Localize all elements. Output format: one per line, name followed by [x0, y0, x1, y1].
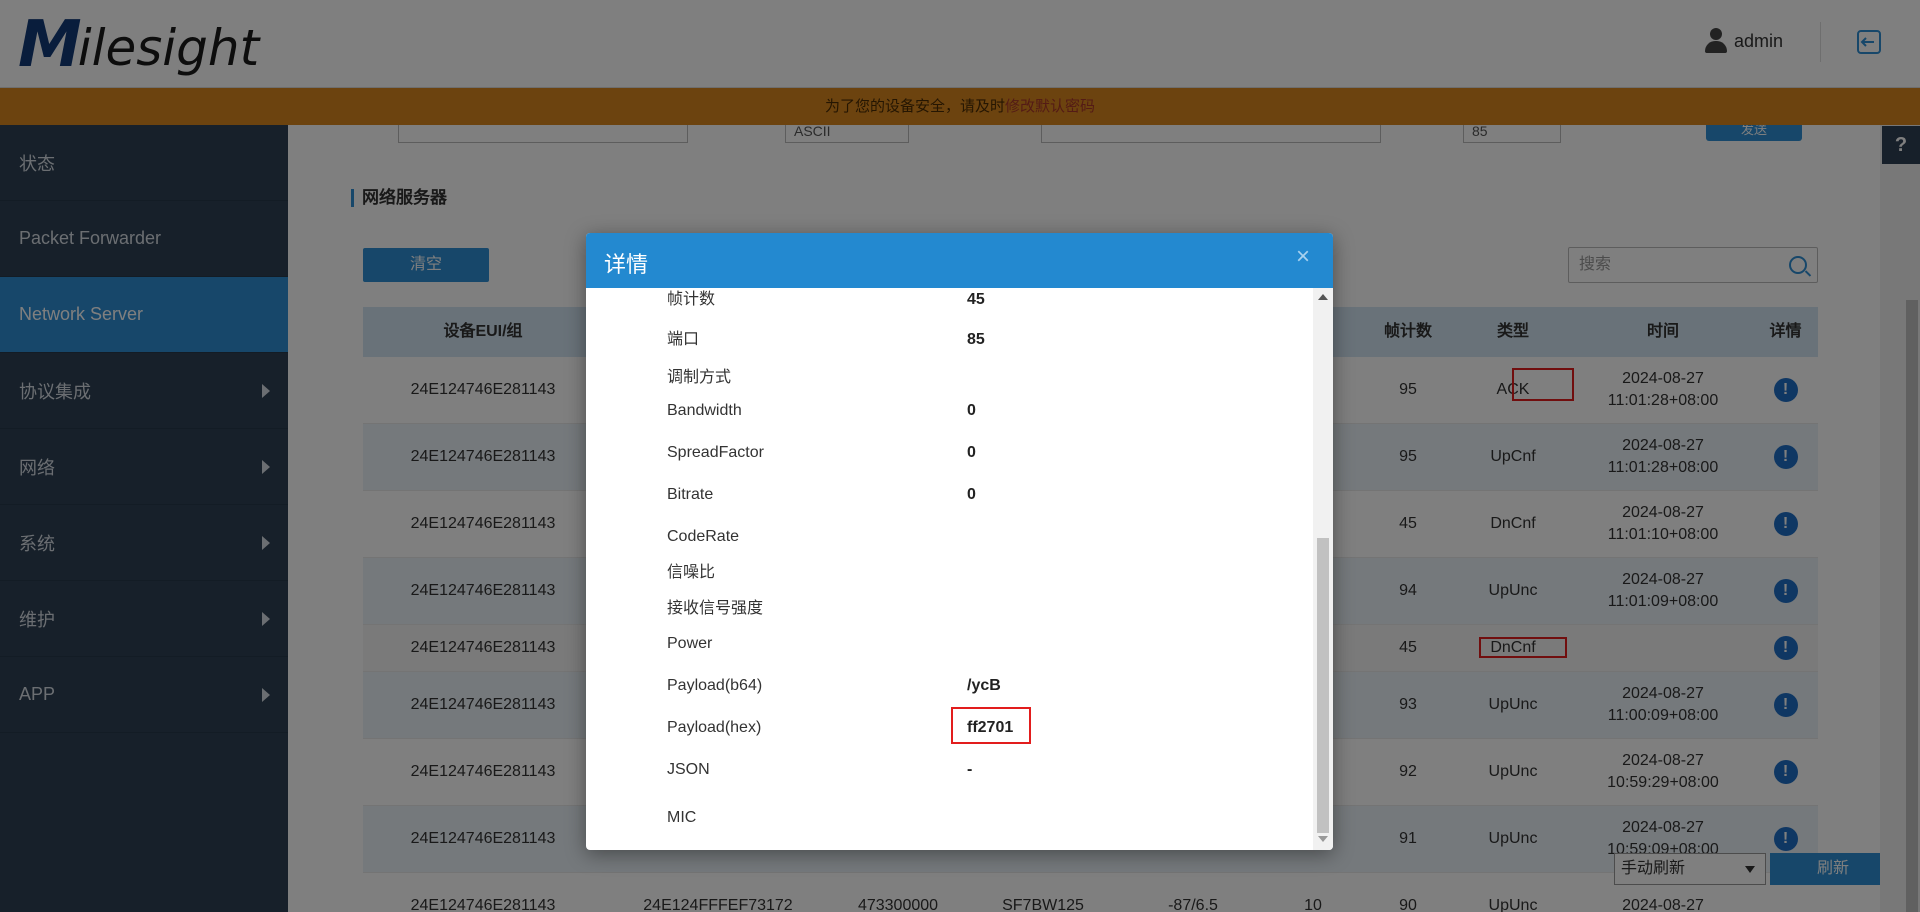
detail-row-bitrate: Bitrate 0	[667, 486, 976, 503]
modal-body: 帧计数 45 端口 85 调制方式 Bandwidth 0 SpreadFactor 0…	[586, 288, 1313, 850]
modal-scrollbar-thumb[interactable]	[1317, 538, 1329, 833]
modal-header: 详情 ×	[586, 233, 1333, 288]
detail-row-power: Power	[667, 635, 713, 652]
detail-modal: 详情 × 帧计数 45 端口 85 调制方式 Bandwidth 0 SpreadFa…	[586, 233, 1333, 850]
scroll-down-icon[interactable]	[1318, 836, 1328, 842]
detail-row-modulation: 调制方式	[667, 369, 732, 386]
detail-row-payload-hex: Payload(hex) ff2701	[667, 719, 1014, 736]
modal-scrollbar[interactable]	[1313, 288, 1333, 850]
detail-row-mic: MIC	[667, 809, 697, 826]
detail-row-port: 端口 85	[667, 331, 985, 348]
detail-row-fcnt: 帧计数 45	[667, 291, 985, 308]
detail-row-snr: 信噪比	[667, 564, 716, 581]
detail-row-bandwidth: Bandwidth 0	[667, 402, 976, 419]
payload-hex-highlight-box	[951, 707, 1031, 744]
detail-row-coderate: CodeRate	[667, 528, 740, 545]
close-icon[interactable]: ×	[1296, 245, 1310, 269]
modal-title: 详情	[604, 252, 649, 277]
detail-row-spreadfactor: SpreadFactor 0	[667, 444, 976, 461]
detail-row-rssi: 接收信号强度	[667, 600, 764, 617]
scroll-up-icon[interactable]	[1318, 294, 1328, 300]
detail-row-json: JSON -	[667, 761, 973, 778]
detail-row-payload-b64: Payload(b64)/ycB	[667, 677, 1001, 694]
